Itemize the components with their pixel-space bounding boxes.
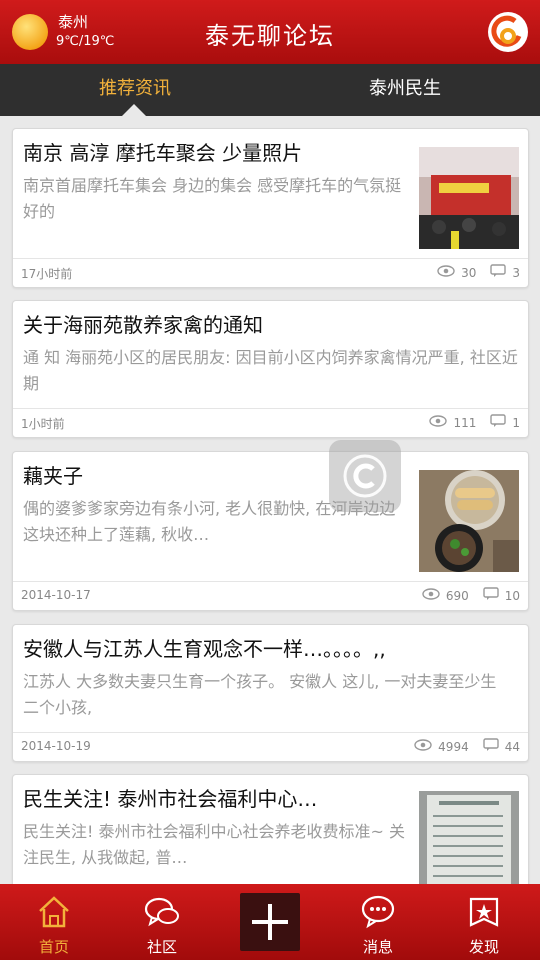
home-icon — [39, 896, 69, 928]
post-summary: 通 知 海丽苑小区的居民朋友: 因目前小区内饲养家禽情况严重, 社区近期 — [23, 348, 518, 393]
floating-app-icon[interactable] — [329, 440, 401, 512]
view-count: 690 — [445, 588, 469, 603]
post-summary: 江苏人 大多数夫妻只生育一个孩子。 安徽人 这儿, 一对夫妻至少生二个小孩, — [23, 672, 497, 717]
app-logo-icon[interactable] — [488, 12, 528, 52]
feed-card[interactable]: 藕夹子 偶的婆爹爹家旁边有条小河, 老人很勤快, 在河岸边边这块还种上了莲藕, … — [12, 451, 529, 611]
nav-discover[interactable]: 发现 — [444, 884, 524, 960]
feed-card[interactable]: 安徽人与江苏人生育观念不一样…。。。。,, 江苏人 大多数夫妻只生育一个孩子。 … — [12, 624, 529, 762]
category-tabs: 推荐资讯 泰州民生 — [0, 64, 540, 116]
post-thumbnail[interactable] — [419, 791, 519, 893]
comment-icon — [483, 587, 499, 604]
message-icon — [361, 895, 395, 929]
comment-icon — [483, 738, 499, 755]
eye-icon — [414, 739, 432, 754]
comment-count: 44 — [504, 739, 520, 754]
post-summary: 民生关注! 泰州市社会福利中心社会养老收费标准~ 关注民生, 从我做起, 普… — [23, 822, 405, 867]
card-footer: 2014-10-19 4994 44 — [13, 732, 528, 761]
nav-home[interactable]: 首页 — [14, 884, 94, 960]
post-stats: 690 10 — [422, 587, 520, 604]
post-time: 2014-10-19 — [21, 739, 91, 753]
card-footer: 1小时前 111 1 — [13, 408, 528, 437]
view-count: 111 — [453, 415, 477, 430]
post-title[interactable]: 民生关注! 泰州市社会福利中心… — [23, 783, 393, 812]
post-summary: 南京首届摩托车集会 身边的集会 感受摩托车的气氛挺好的 — [23, 176, 402, 221]
post-title[interactable]: 关于海丽苑散养家禽的通知 — [23, 309, 518, 338]
eye-icon — [422, 588, 440, 603]
nav-home-label: 首页 — [38, 938, 69, 956]
post-title[interactable]: 南京 高淳 摩托车聚会 少量照片 — [23, 137, 403, 166]
nav-community-label: 社区 — [146, 938, 177, 956]
comment-count: 1 — [512, 415, 520, 430]
card-footer: 2014-10-17 690 10 — [13, 581, 528, 610]
card-footer: 17小时前 30 3 — [13, 258, 528, 287]
post-time: 2014-10-17 — [21, 588, 91, 602]
post-title[interactable]: 安徽人与江苏人生育观念不一样…。。。。,, — [23, 633, 518, 662]
post-time: 1小时前 — [21, 417, 65, 431]
nav-messages[interactable]: 消息 — [338, 884, 418, 960]
new-post-button[interactable] — [240, 893, 300, 951]
view-count: 4994 — [438, 739, 469, 754]
app-title: 泰无聊论坛 — [205, 22, 335, 50]
feed-card[interactable]: 关于海丽苑散养家禽的通知 通 知 海丽苑小区的居民朋友: 因目前小区内饲养家禽情… — [12, 300, 529, 438]
eye-icon — [437, 265, 455, 280]
post-thumbnail[interactable] — [419, 147, 519, 249]
post-stats: 111 1 — [429, 414, 520, 431]
post-time: 17小时前 — [21, 267, 73, 281]
feed-card[interactable]: 南京 高淳 摩托车聚会 少量照片 南京首届摩托车集会 身边的集会 感受摩托车的气… — [12, 128, 529, 288]
post-stats: 30 3 — [437, 264, 520, 281]
comment-icon — [490, 264, 507, 281]
comment-count: 3 — [512, 265, 520, 280]
nav-community[interactable]: 社区 — [122, 884, 202, 960]
comment-icon — [490, 414, 507, 431]
nav-discover-label: 发现 — [468, 938, 499, 956]
post-thumbnail[interactable] — [419, 470, 519, 572]
comment-count: 10 — [504, 588, 520, 603]
view-count: 30 — [461, 265, 477, 280]
discover-icon — [469, 897, 499, 927]
active-tab-indicator — [122, 104, 146, 116]
nav-messages-label: 消息 — [362, 938, 393, 956]
eye-icon — [429, 415, 448, 430]
post-stats: 4994 44 — [414, 738, 520, 755]
community-icon — [144, 897, 179, 927]
tab-taizhou-livelihood[interactable]: 泰州民生 — [270, 64, 540, 116]
top-bar: 泰州 9℃/19℃ 泰无聊论坛 — [0, 0, 540, 64]
